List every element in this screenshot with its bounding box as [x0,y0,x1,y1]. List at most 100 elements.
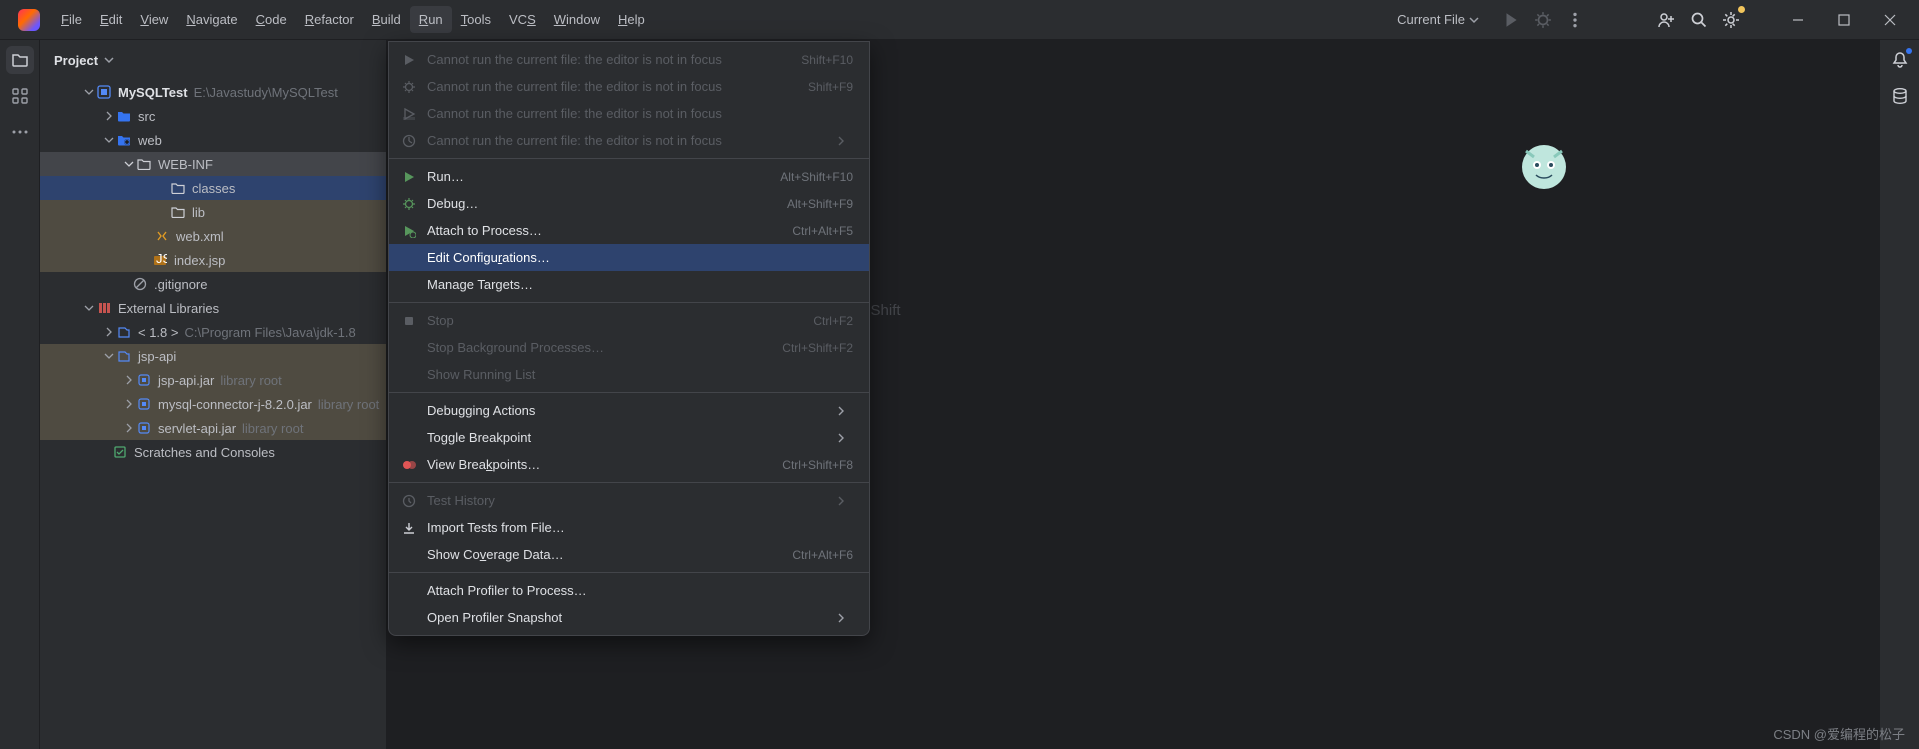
menu-edit[interactable]: Edit [91,6,131,33]
menu-item-run[interactable]: Run…Alt+Shift+F10 [389,163,869,190]
project-tool-button[interactable] [6,46,34,74]
tree-row-jspapi[interactable]: jsp-api [40,344,386,368]
menu-run[interactable]: Run [410,6,452,33]
tree-row-jdk[interactable]: < 1.8 > C:\Program Files\Java\jdk-1.8 [40,320,386,344]
chevron-right-icon [837,613,853,623]
module-icon [96,84,112,100]
menu-item-attach-profiler-to-process[interactable]: Attach Profiler to Process… [389,577,869,604]
menu-refactor[interactable]: Refactor [296,6,363,33]
cover-icon [399,107,419,121]
menu-item-label: Debug… [427,196,787,211]
search-button[interactable] [1685,6,1713,34]
project-path: E:\Javastudy\MySQLTest [194,85,338,100]
chevron-down-icon [122,157,136,171]
menu-item-show-coverage-data[interactable]: Show Coverage Data…Ctrl+Alt+F6 [389,541,869,568]
bp-icon [399,458,419,472]
tree-row-jspapijar[interactable]: jsp-api.jar library root [40,368,386,392]
tree-row-project[interactable]: MySQLTest E:\Javastudy\MySQLTest [40,80,386,104]
menu-item-shortcut: Shift+F9 [808,80,853,94]
menu-item-toggle-breakpoint[interactable]: Toggle Breakpoint [389,424,869,451]
tree-row-mysqljar[interactable]: mysql-connector-j-8.2.0.jar library root [40,392,386,416]
maximize-button[interactable] [1821,0,1867,40]
tree-hint: library root [242,421,303,436]
tree-hint: library root [318,397,379,412]
menu-item-cannot-run-the-current-file-the-editor-is-not-in-focus: Cannot run the current file: the editor … [389,73,869,100]
menu-item-label: Attach to Process… [427,223,792,238]
menu-item-debug[interactable]: Debug…Alt+Shift+F9 [389,190,869,217]
settings-button[interactable] [1717,6,1745,34]
mascot-icon [1516,139,1572,195]
menu-item-shortcut: Ctrl+Alt+F5 [792,224,853,238]
tree-row-webxml[interactable]: web.xml [40,224,386,248]
menu-items: FileEditViewNavigateCodeRefactorBuildRun… [52,6,654,33]
tree-row-web[interactable]: web [40,128,386,152]
menu-view[interactable]: View [131,6,177,33]
tree-row-classes[interactable]: classes [40,176,386,200]
tree-row-indexjsp[interactable]: JS index.jsp [40,248,386,272]
menu-item-edit-configurations[interactable]: Edit Configurations… [389,244,869,271]
run-button[interactable] [1497,6,1525,34]
chevron-down-icon [102,133,116,147]
menu-item-cannot-run-the-current-file-the-editor-is-not-in-focus: Cannot run the current file: the editor … [389,46,869,73]
menu-item-manage-targets[interactable]: Manage Targets… [389,271,869,298]
folder-icon [136,156,152,172]
more-button[interactable] [1561,6,1589,34]
close-button[interactable] [1867,0,1913,40]
folder-icon [116,108,132,124]
structure-tool-button[interactable] [6,82,34,110]
menu-vcs[interactable]: VCS [500,6,545,33]
jdk-icon [116,324,132,340]
jar-icon [136,396,152,412]
notifications-button[interactable] [1886,46,1914,74]
libraries-icon [96,300,112,316]
jsp-icon: JS [152,252,168,268]
tree-row-extlib[interactable]: External Libraries [40,296,386,320]
tree-row-servletjar[interactable]: servlet-api.jar library root [40,416,386,440]
minimize-button[interactable] [1775,0,1821,40]
menu-help[interactable]: Help [609,6,654,33]
chevron-down-icon [102,349,116,363]
chevron-right-icon [837,136,853,146]
project-tree[interactable]: MySQLTest E:\Javastudy\MySQLTest src web… [40,80,386,749]
chevron-down-icon [1469,15,1479,25]
tree-row-src[interactable]: src [40,104,386,128]
menu-window[interactable]: Window [545,6,609,33]
menu-code[interactable]: Code [247,6,296,33]
menu-item-label: Attach Profiler to Process… [427,583,853,598]
tree-row-gitignore[interactable]: .gitignore [40,272,386,296]
menu-item-attach-to-process[interactable]: Attach to Process…Ctrl+Alt+F5 [389,217,869,244]
bug-icon [399,80,419,94]
lib-icon [116,348,132,364]
tree-label: Scratches and Consoles [134,445,275,460]
panel-header[interactable]: Project [40,40,386,80]
menu-item-open-profiler-snapshot[interactable]: Open Profiler Snapshot [389,604,869,631]
menubar: FileEditViewNavigateCodeRefactorBuildRun… [0,0,1919,40]
menu-item-label: Run… [427,169,780,184]
debug-button[interactable] [1529,6,1557,34]
menu-item-import-tests-from-file[interactable]: Import Tests from File… [389,514,869,541]
attach-icon [399,224,419,238]
menu-tools[interactable]: Tools [452,6,500,33]
code-with-me-button[interactable] [1653,6,1681,34]
jar-icon [136,372,152,388]
ignore-icon [132,276,148,292]
bug-g-icon [399,197,419,211]
tree-row-scratches[interactable]: Scratches and Consoles [40,440,386,464]
project-panel: Project MySQLTest E:\Javastudy\MySQLTest… [40,40,387,749]
more-tools-button[interactable] [6,118,34,146]
menu-file[interactable]: File [52,6,91,33]
chevron-right-icon [102,109,116,123]
tree-label: web.xml [176,229,224,244]
app-icon [18,9,40,31]
stop-icon [399,314,419,328]
tree-row-lib[interactable]: lib [40,200,386,224]
tree-row-webinf[interactable]: WEB-INF [40,152,386,176]
database-tool-button[interactable] [1886,82,1914,110]
menu-navigate[interactable]: Navigate [177,6,246,33]
menu-item-debugging-actions[interactable]: Debugging Actions [389,397,869,424]
chevron-right-icon [837,433,853,443]
menu-item-view-breakpoints[interactable]: View Breakpoints…Ctrl+Shift+F8 [389,451,869,478]
menu-item-label: Open Profiler Snapshot [427,610,837,625]
menu-build[interactable]: Build [363,6,410,33]
run-config-selector[interactable]: Current File [1389,8,1487,31]
